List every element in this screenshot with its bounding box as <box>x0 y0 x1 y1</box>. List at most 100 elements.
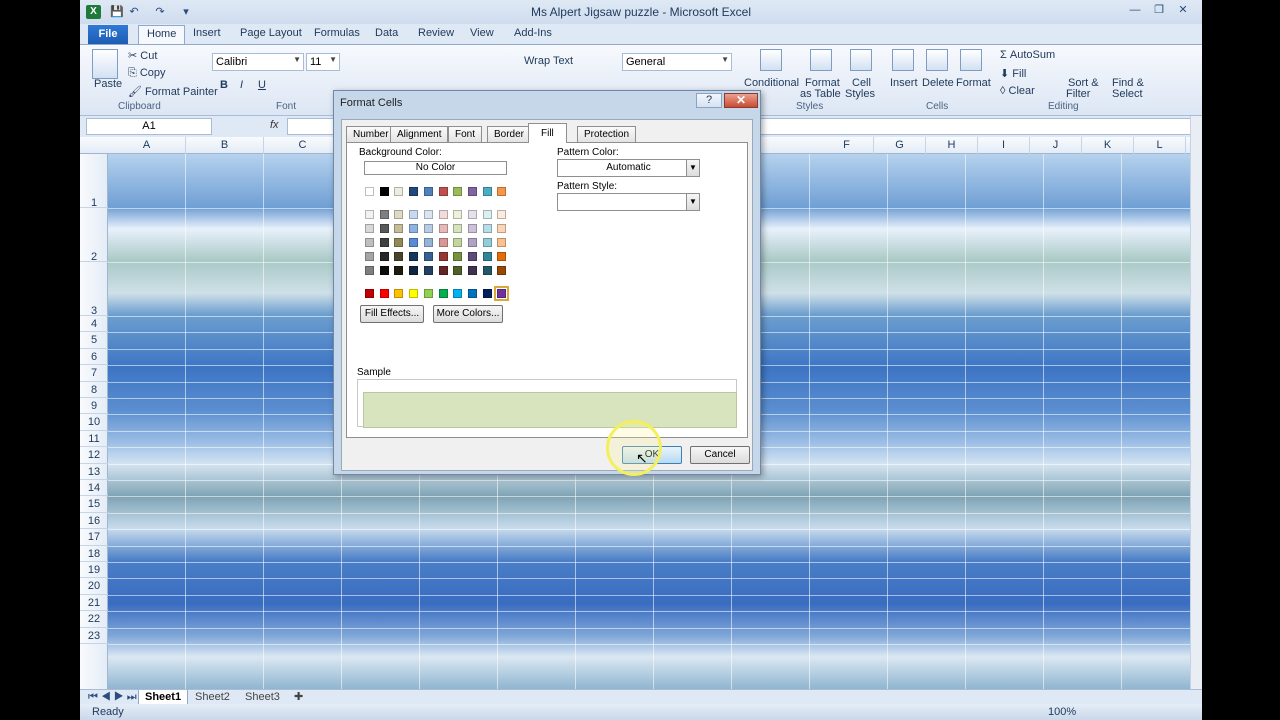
row-header-18[interactable]: 18 <box>80 546 108 562</box>
fill-effects-button[interactable]: Fill Effects... <box>360 305 424 323</box>
theme-color-swatch[interactable] <box>467 187 477 196</box>
number-format-combo[interactable]: General ▼ <box>622 53 732 71</box>
row-header-9[interactable]: 9 <box>80 398 108 415</box>
row-header-13[interactable]: 13 <box>80 464 108 480</box>
cell-styles-label-2[interactable]: Styles <box>845 88 875 100</box>
standard-color-swatch[interactable] <box>365 289 374 298</box>
no-color-button[interactable]: No Color <box>364 161 507 175</box>
tab-alignment[interactable]: Alignment <box>390 126 449 142</box>
tint-color-swatch[interactable] <box>409 224 419 233</box>
theme-color-swatch[interactable] <box>409 187 419 196</box>
theme-color-swatch[interactable] <box>482 187 492 196</box>
tint-color-swatch[interactable] <box>438 238 448 247</box>
conditional-formatting-icon[interactable] <box>760 49 782 71</box>
copy-button[interactable]: ⎘ Copy <box>128 67 166 80</box>
tint-color-swatch[interactable] <box>438 210 448 219</box>
dialog-close-button[interactable]: ✕ <box>724 93 758 108</box>
tint-color-swatch[interactable] <box>453 210 463 219</box>
format-cells-icon[interactable] <box>960 49 982 71</box>
tab-border[interactable]: Border <box>487 126 532 142</box>
tint-color-swatch[interactable] <box>394 224 404 233</box>
row-header-14[interactable]: 14 <box>80 480 108 497</box>
underline-button[interactable]: U <box>258 79 266 91</box>
tab-page-layout[interactable]: Page Layout <box>240 27 302 39</box>
tint-color-swatch[interactable] <box>467 224 477 233</box>
sheet-nav-icon[interactable]: ⏮ ◀ ▶ ⏭ <box>88 690 137 705</box>
tint-color-swatch[interactable] <box>453 238 463 247</box>
theme-color-swatch[interactable] <box>438 187 448 196</box>
column-header-j[interactable]: J <box>1030 137 1082 154</box>
standard-color-swatch[interactable] <box>394 289 404 298</box>
row-header-20[interactable]: 20 <box>80 578 108 595</box>
autosum-button[interactable]: Σ AutoSum <box>1000 49 1055 61</box>
standard-color-swatch[interactable] <box>453 289 463 298</box>
row-header-19[interactable]: 19 <box>80 562 108 579</box>
cell-styles-icon[interactable] <box>850 49 872 71</box>
tint-color-swatch[interactable] <box>394 266 404 275</box>
help-button[interactable]: ? <box>696 93 722 108</box>
tint-color-swatch[interactable] <box>394 210 404 219</box>
standard-color-swatch[interactable] <box>438 289 448 298</box>
tint-color-swatch[interactable] <box>467 210 477 219</box>
row-header-1[interactable]: 1 <box>80 154 108 209</box>
clear-button[interactable]: ◊ Clear <box>1000 85 1035 97</box>
tint-color-swatch[interactable] <box>482 224 492 233</box>
tint-color-swatch[interactable] <box>438 252 448 261</box>
tint-color-swatch[interactable] <box>394 238 404 247</box>
row-header-5[interactable]: 5 <box>80 332 108 349</box>
fill-button[interactable]: ⬇ Fill <box>1000 67 1026 80</box>
name-box[interactable]: A1 <box>86 118 212 135</box>
tint-color-swatch[interactable] <box>379 266 389 275</box>
tint-color-swatch[interactable] <box>467 252 477 261</box>
pattern-style-select[interactable]: ▼ <box>557 193 700 211</box>
standard-color-swatch[interactable] <box>482 289 492 298</box>
tint-color-swatch[interactable] <box>497 210 507 219</box>
theme-color-swatch[interactable] <box>379 187 389 196</box>
row-header-22[interactable]: 22 <box>80 611 108 628</box>
theme-color-swatch[interactable] <box>497 187 507 196</box>
tint-color-swatch[interactable] <box>497 252 507 261</box>
tint-color-swatch[interactable] <box>379 224 389 233</box>
tint-color-swatch[interactable] <box>423 210 433 219</box>
tint-color-swatch[interactable] <box>438 266 448 275</box>
tint-color-swatch[interactable] <box>497 224 507 233</box>
column-header-g[interactable]: G <box>874 137 926 154</box>
insert-cells-icon[interactable] <box>892 49 914 71</box>
column-header-c[interactable]: C <box>264 137 342 154</box>
tint-color-swatch[interactable] <box>497 266 507 275</box>
column-header-k[interactable]: K <box>1082 137 1134 154</box>
row-header-8[interactable]: 8 <box>80 382 108 398</box>
tint-color-swatch[interactable] <box>379 238 389 247</box>
tint-color-swatch[interactable] <box>453 224 463 233</box>
format-as-table-icon[interactable] <box>810 49 832 71</box>
tint-color-swatch[interactable] <box>423 238 433 247</box>
insert-cells-button[interactable]: Insert <box>890 77 918 89</box>
format-as-table-label-2[interactable]: as Table <box>800 88 841 100</box>
insert-function-icon[interactable]: fx <box>270 119 279 131</box>
row-header-21[interactable]: 21 <box>80 595 108 612</box>
column-header-l[interactable]: L <box>1134 137 1186 154</box>
tab-add-ins[interactable]: Add-Ins <box>514 27 552 39</box>
find-select-button-2[interactable]: Select <box>1112 88 1143 100</box>
column-header-h[interactable]: H <box>926 137 978 154</box>
tint-color-swatch[interactable] <box>467 266 477 275</box>
tint-color-swatch[interactable] <box>453 266 463 275</box>
theme-color-swatch[interactable] <box>394 187 404 196</box>
paste-button[interactable]: Paste <box>94 78 122 90</box>
sheet-tab-sheet1[interactable]: Sheet1 <box>138 690 189 705</box>
tab-font[interactable]: Font <box>448 126 483 142</box>
row-header-10[interactable]: 10 <box>80 414 108 431</box>
tint-color-swatch[interactable] <box>482 238 492 247</box>
tint-color-swatch[interactable] <box>379 252 389 261</box>
tab-home[interactable]: Home <box>138 25 186 44</box>
wrap-text-button[interactable]: Wrap Text <box>524 55 573 67</box>
standard-color-swatch[interactable] <box>379 289 389 298</box>
row-header-15[interactable]: 15 <box>80 496 108 513</box>
tint-color-swatch[interactable] <box>438 224 448 233</box>
tab-data[interactable]: Data <box>375 27 398 39</box>
row-header-3[interactable]: 3 <box>80 262 108 317</box>
cut-button[interactable]: ✂ Cut <box>128 49 157 62</box>
pattern-color-select[interactable]: Automatic ▼ <box>557 159 700 177</box>
tab-number[interactable]: Number <box>346 126 396 142</box>
delete-cells-icon[interactable] <box>926 49 948 71</box>
